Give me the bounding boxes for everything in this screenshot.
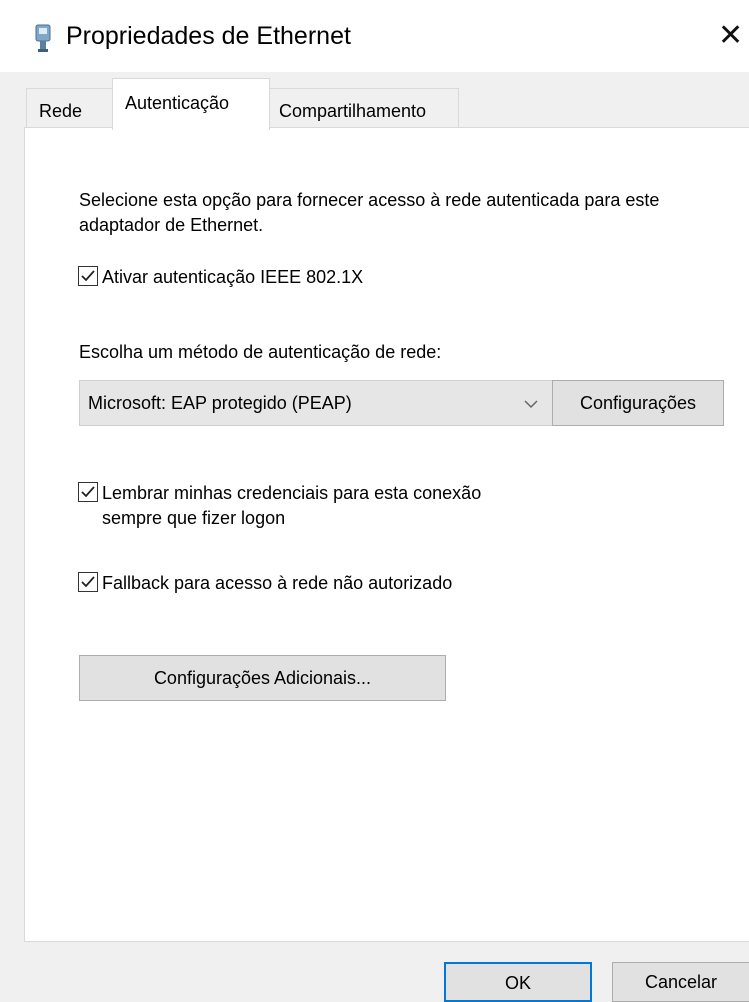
- chevron-down-icon: [524, 397, 538, 409]
- checkmark-icon: [81, 270, 95, 282]
- tab-compartilhamento[interactable]: Compartilhamento: [269, 88, 459, 128]
- tab-strip: Rede Compartilhamento Autenticação: [0, 72, 749, 130]
- window-title: Propriedades de Ethernet: [66, 22, 351, 50]
- enable-8021x-label: Ativar autenticação IEEE 802.1X: [102, 267, 364, 287]
- remember-credentials-row[interactable]: Lembrar minhas credenciais para esta con…: [78, 481, 481, 531]
- authentication-panel: Selecione esta opção para fornecer acess…: [24, 127, 749, 942]
- tab-rede[interactable]: Rede: [26, 88, 114, 128]
- close-button[interactable]: ✕: [718, 16, 749, 56]
- ok-button[interactable]: OK: [444, 962, 592, 1002]
- additional-settings-button[interactable]: Configurações Adicionais...: [79, 655, 446, 701]
- settings-button[interactable]: Configurações: [552, 380, 724, 426]
- remember-credentials-label: Lembrar minhas credenciais para esta con…: [102, 483, 482, 528]
- description-text: Selecione esta opção para fornecer acess…: [79, 190, 660, 235]
- cancel-button[interactable]: Cancelar: [612, 962, 749, 1002]
- checkmark-icon: [81, 576, 95, 588]
- enable-8021x-row[interactable]: Ativar autenticação IEEE 802.1X: [78, 265, 363, 290]
- network-adapter-icon: [32, 24, 54, 52]
- checkmark-icon: [81, 486, 95, 498]
- title-bar: Propriedades de Ethernet ✕: [0, 0, 749, 72]
- tab-autenticacao[interactable]: Autenticação: [112, 78, 270, 130]
- auth-method-select[interactable]: Microsoft: EAP protegido (PEAP): [79, 380, 555, 426]
- ethernet-properties-dialog: Propriedades de Ethernet ✕ Rede Comparti…: [0, 0, 749, 1002]
- fallback-label: Fallback para acesso à rede não autoriza…: [102, 573, 453, 593]
- fallback-checkbox[interactable]: [78, 572, 98, 592]
- auth-method-value: Microsoft: EAP protegido (PEAP): [88, 393, 352, 413]
- remember-credentials-checkbox[interactable]: [78, 482, 98, 502]
- enable-8021x-checkbox[interactable]: [78, 266, 98, 286]
- fallback-row[interactable]: Fallback para acesso à rede não autoriza…: [78, 571, 452, 596]
- auth-method-label: Escolha um método de autenticação de red…: [79, 342, 442, 362]
